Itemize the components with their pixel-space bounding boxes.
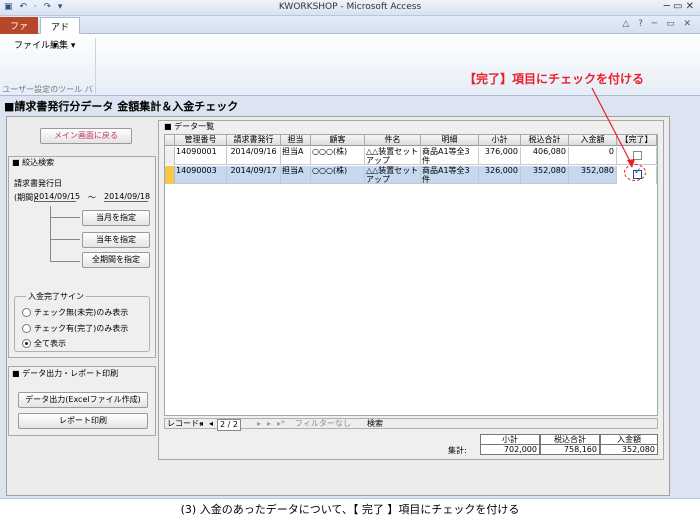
first-record-button[interactable]: ◂ — [199, 419, 203, 429]
next-record-button[interactable]: ▸ — [257, 419, 261, 429]
search-box[interactable]: 検索 — [367, 419, 383, 429]
record-position[interactable]: 2 / 2 — [217, 419, 241, 431]
prev-record-button[interactable]: ◂ — [209, 419, 213, 429]
record-navigation: レコード: ◂ ◂ 2 / 2 ▸ ▸ ▸* フィルターなし 検索 — [164, 418, 658, 431]
new-record-button[interactable]: ▸* — [277, 419, 285, 429]
caption: (3) 入金のあったデータについて、【 完了 】項目にチェックを付ける — [180, 503, 520, 516]
total-subtotal-value: 702,000 — [480, 444, 540, 455]
totals-label: 集計: — [448, 446, 467, 455]
filter-status[interactable]: フィルターなし — [295, 419, 351, 429]
record-label: レコード: — [167, 419, 202, 428]
arrow-head — [627, 159, 635, 168]
total-tax-value: 758,160 — [540, 444, 600, 455]
arrow-line — [591, 87, 633, 166]
last-record-button[interactable]: ▸ — [267, 419, 271, 429]
total-paid-value: 352,080 — [600, 444, 658, 455]
